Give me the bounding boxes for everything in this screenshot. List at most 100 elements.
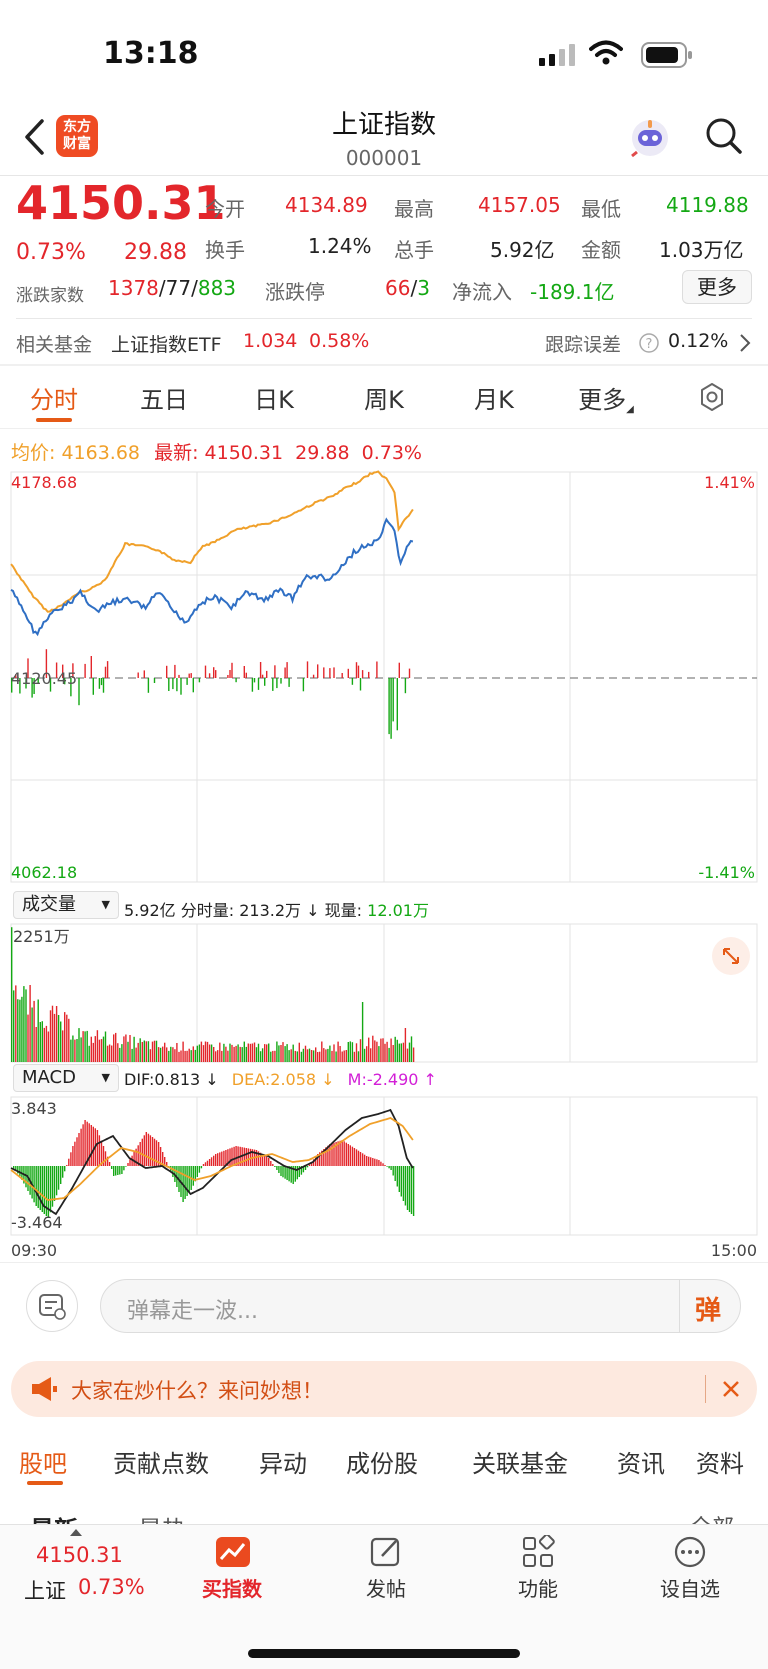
volume-bar (308, 1048, 311, 1062)
volume-bar (106, 1045, 109, 1062)
breadth-up: 1378 (108, 276, 159, 300)
volume-bar (98, 1039, 101, 1062)
macd-chart[interactable]: 3.843 -3.464 09:30 15:00 (0, 1096, 768, 1258)
volume-bar (396, 1039, 398, 1062)
tick-bar (323, 667, 325, 678)
volume-bar (351, 1042, 354, 1062)
low-label: 最低 (581, 197, 621, 221)
volume-bar (117, 1043, 119, 1062)
settings-icon[interactable] (697, 382, 727, 416)
related-fund-price: 1.034 (243, 330, 298, 352)
search-icon[interactable] (704, 116, 744, 160)
collapse-arrow-icon[interactable] (70, 1529, 82, 1536)
tab-contribution[interactable]: 贡献点数 (113, 1444, 209, 1479)
macd-selector-label: MACD (22, 1067, 76, 1088)
volume-bar (153, 1040, 156, 1062)
period-volume-label: 分时量: (180, 901, 235, 920)
danmaku-input[interactable]: 弹幕走一波... 弹 (100, 1279, 741, 1333)
subtab-hot[interactable]: 最热 (138, 1510, 186, 1524)
related-fund-name[interactable]: 上证指数ETF (111, 330, 222, 357)
tick-bar (243, 666, 245, 678)
danmaku-toggle-button[interactable]: 弹 (695, 1290, 721, 1327)
volume-bar (176, 1043, 178, 1062)
ask-banner[interactable]: 大家在炒什么？来问妙想！ (11, 1361, 757, 1417)
high-value: 4157.05 (478, 193, 561, 217)
volume-bar (131, 1048, 133, 1062)
volume-info: 5.92亿 分时量: 213.2万 ↓ 现量: 12.01万 (124, 897, 429, 921)
tick-bar (245, 672, 247, 678)
robot-assistant-icon[interactable] (628, 116, 672, 164)
histogram-bar (127, 1163, 129, 1166)
volume-bar (64, 1012, 66, 1062)
histogram-bar (370, 1157, 372, 1166)
comment-list-button[interactable] (26, 1280, 78, 1332)
tab-intraday[interactable]: 分时 (22, 380, 86, 415)
intraday-chart[interactable]: 4178.68 4120.45 4062.18 1.41% -1.41% (0, 468, 768, 888)
volume-bar (39, 1022, 41, 1062)
histogram-bar (374, 1158, 376, 1166)
subtab-all[interactable]: 全部 (690, 1510, 734, 1524)
volume-bar (45, 1025, 48, 1062)
current-volume-label: 现量: (324, 901, 363, 920)
tick-bar (390, 678, 392, 739)
histogram-bar (90, 1125, 92, 1166)
volume-bar (92, 1042, 94, 1062)
tab-monthly-k[interactable]: 月K (462, 380, 526, 415)
tick-bar (90, 656, 92, 678)
tab-stock-forum[interactable]: 股吧 (19, 1444, 67, 1479)
tab-weekly-k[interactable]: 周K (352, 380, 416, 415)
tab-related-funds[interactable]: 关联基金 (472, 1444, 568, 1479)
tab-profile[interactable]: 资料 (696, 1444, 744, 1479)
volume-bar (82, 1031, 84, 1062)
post-button[interactable]: 发帖 (350, 1535, 422, 1607)
volume-bar (345, 1050, 347, 1062)
volume-bar (392, 1045, 394, 1062)
close-icon[interactable] (719, 1377, 743, 1401)
histogram-bar (247, 1148, 249, 1166)
volume-bar (398, 1043, 400, 1062)
buy-index-label: 买指数 (202, 1577, 262, 1601)
tab-constituents[interactable]: 成份股 (346, 1444, 418, 1479)
volume-selector-label: 成交量 (22, 894, 76, 915)
histogram-bar (133, 1152, 135, 1166)
low-value: 4119.88 (666, 193, 749, 217)
volume-bar (402, 1042, 405, 1062)
histogram-bar (104, 1151, 107, 1166)
volume-bar (302, 1048, 305, 1062)
macd-selector[interactable]: MACD ▼ (13, 1064, 119, 1092)
tab-unusual[interactable]: 异动 (259, 1444, 307, 1479)
histogram-bar (306, 1166, 309, 1168)
chevron-right-icon[interactable] (738, 332, 752, 358)
histogram-bar (196, 1166, 198, 1177)
help-icon[interactable]: ? (638, 332, 660, 358)
volume-bar (272, 1050, 274, 1062)
tab-five-day[interactable]: 五日 (132, 380, 196, 415)
histogram-bar (363, 1154, 366, 1166)
tab-more[interactable]: 更多◢ (570, 380, 642, 415)
volume-selector[interactable]: 成交量 ▼ (13, 891, 119, 919)
volume-bar (251, 1043, 254, 1062)
volume-bar (312, 1050, 315, 1062)
subtab-latest[interactable]: 最新 (30, 1510, 78, 1524)
volume-bar (253, 1042, 256, 1062)
function-button[interactable]: 功能 (502, 1533, 574, 1607)
tick-bar (329, 668, 331, 678)
tick-bar (286, 662, 288, 678)
post-label: 发帖 (366, 1577, 406, 1601)
tick-bar (408, 668, 411, 678)
tab-daily-k[interactable]: 日K (242, 380, 306, 415)
tick-bar (280, 678, 282, 684)
tab-news[interactable]: 资讯 (617, 1444, 665, 1479)
histogram-bar (208, 1159, 211, 1166)
histogram-bar (35, 1166, 37, 1206)
separator: / (158, 276, 166, 300)
volume-bar (337, 1041, 339, 1062)
dropdown-icon: ▼ (101, 898, 110, 911)
add-watchlist-button[interactable]: 设自选 (654, 1535, 726, 1607)
more-quote-button[interactable]: 更多 (682, 270, 752, 304)
volume-bar (366, 1046, 368, 1062)
buy-index-button[interactable]: 买指数 (196, 1535, 268, 1607)
change-value: 29.88 (124, 240, 187, 265)
histogram-bar (206, 1160, 209, 1166)
volume-chart[interactable]: 2251万 (0, 922, 768, 1064)
